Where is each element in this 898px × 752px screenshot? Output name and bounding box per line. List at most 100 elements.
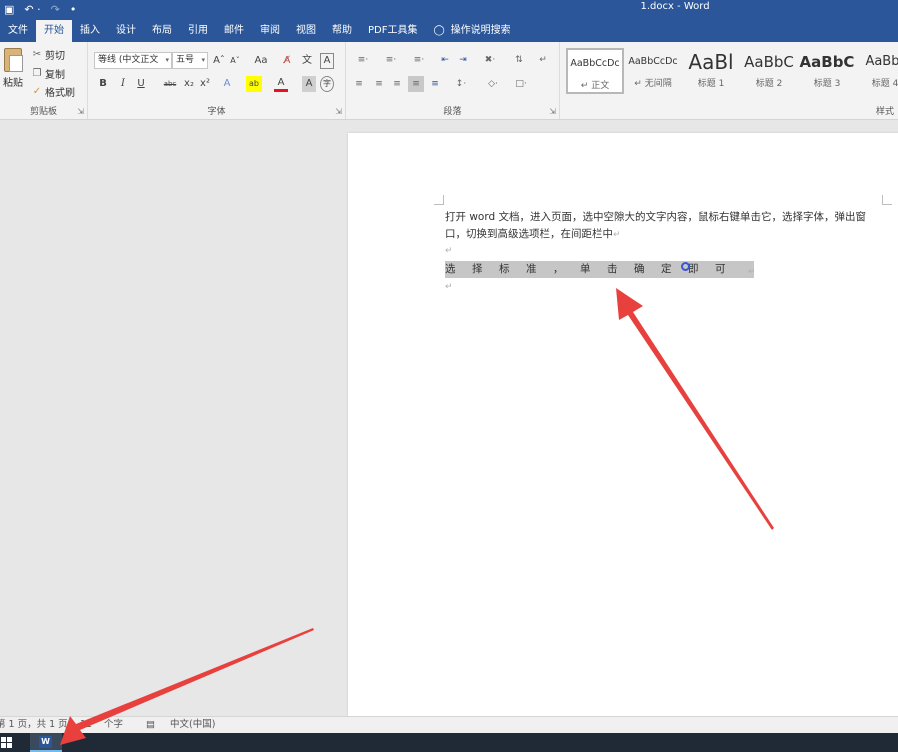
shading-icon[interactable]: ◇· (482, 76, 504, 92)
align-center-icon[interactable]: ≡ (372, 76, 386, 92)
save-icon[interactable]: ▣ (4, 3, 14, 16)
strikethrough-button[interactable]: abc (160, 76, 180, 92)
tell-me-search[interactable]: ◯ 操作说明搜索 (425, 20, 518, 42)
cut-button[interactable]: ✂ 剪切 (32, 47, 65, 62)
paragraph-group-label: 段落 (443, 107, 462, 117)
font-launcher-icon[interactable]: ⇲ (335, 107, 342, 116)
align-left-icon[interactable]: ≡ (352, 76, 366, 92)
paragraph-launcher-icon[interactable]: ⇲ (549, 107, 556, 116)
style-preview: AaBbCcDc (628, 56, 678, 67)
justify-icon[interactable]: ≡ (408, 76, 424, 92)
style-name: 标题 1 (697, 79, 725, 89)
style-preview: AaBb( (865, 54, 898, 69)
align-right-icon[interactable]: ≡ (390, 76, 404, 92)
numbering-icon[interactable]: ≡· (380, 52, 402, 68)
superscript-button[interactable]: x² (198, 76, 212, 92)
increase-indent-icon[interactable]: ⇥ (456, 52, 470, 68)
text-effects-button[interactable]: A (220, 76, 234, 92)
quick-access-toolbar: ▣ ↶ · ↷ • (4, 0, 76, 18)
char-border-button[interactable]: A (320, 53, 334, 69)
selected-paragraph[interactable]: 选择标准，单击确定即可 (445, 260, 754, 278)
tab-review[interactable]: 审阅 (252, 20, 288, 42)
bold-button[interactable]: B (96, 76, 110, 92)
change-case-button[interactable]: Aa (250, 53, 272, 69)
style-heading-2[interactable]: AaBbC 标题 2 (740, 48, 798, 94)
font-name-select[interactable]: 等线 (中文正文 ▾ (94, 52, 172, 69)
tab-home[interactable]: 开始 (36, 20, 72, 42)
empty-paragraph[interactable]: ↵ (445, 277, 453, 296)
document-page[interactable]: 打开 word 文档，进入页面，选中空隙大的文字内容，鼠标右键单击它，选择字体，… (348, 133, 898, 718)
page-count[interactable]: 第 1 页，共 1 页 (0, 717, 68, 733)
underline-button[interactable]: U (134, 76, 148, 92)
margin-corner-mark (434, 195, 444, 205)
clipboard-launcher-icon[interactable]: ⇲ (77, 107, 84, 116)
language-indicator[interactable]: 中文(中国) (170, 717, 215, 733)
line-spacing-icon[interactable]: ↕· (450, 76, 472, 92)
undo-icon[interactable]: ↶ · (24, 3, 40, 16)
phonetic-guide-button[interactable]: 文 (300, 53, 314, 69)
char-shading-button[interactable]: A (302, 76, 316, 92)
sort-icon[interactable]: ⇅ (512, 52, 526, 68)
customize-qat-icon[interactable]: • (70, 3, 77, 16)
highlight-button[interactable]: ab (246, 76, 262, 92)
tab-pdf-tools[interactable]: PDF工具集 (360, 20, 425, 42)
word-taskbar-button[interactable]: W (30, 733, 62, 752)
word-count[interactable]: 11 (80, 717, 92, 733)
style-name: ↵ 正文 (580, 81, 610, 91)
tab-references[interactable]: 引用 (180, 20, 216, 42)
chevron-down-icon: ▾ (165, 56, 169, 64)
multilevel-list-icon[interactable]: ≡· (408, 52, 430, 68)
selected-text[interactable]: 选择标准，单击确定即可 (445, 261, 754, 278)
style-preview: AaBbC (799, 53, 855, 71)
tab-view[interactable]: 视图 (288, 20, 324, 42)
shrink-font-button[interactable]: Aˇ (228, 53, 242, 69)
body-paragraph-line-2[interactable]: 口，切换到高级选项栏，在间距栏中↵ (445, 225, 621, 244)
font-color-button[interactable]: A (274, 76, 288, 92)
distributed-icon[interactable]: ≡ (428, 76, 442, 92)
style-name: 标题 2 (755, 79, 783, 89)
styles-group: AaBbCcDc ↵ 正文 AaBbCcDc ↵ 无间隔 AaBl 标题 1 A… (560, 42, 898, 119)
word-count-unit: 个字 (104, 719, 124, 730)
copy-button[interactable]: ❐ 复制 (32, 66, 65, 81)
paste-label: 粘贴 (3, 78, 23, 89)
style-no-spacing[interactable]: AaBbCcDc ↵ 无间隔 (624, 48, 682, 94)
windows-start-icon[interactable] (1, 737, 13, 749)
empty-paragraph[interactable]: ↵ (445, 241, 453, 260)
bullets-icon[interactable]: ≡· (352, 52, 374, 68)
format-painter-button[interactable]: ✓ 格式刷 (32, 84, 75, 99)
paragraph-mark: ↵ (748, 267, 756, 277)
proofing-icon[interactable]: ▤ (146, 717, 155, 733)
format-painter-label: 格式刷 (45, 88, 75, 99)
title-bar: ▣ ↶ · ↷ • 1.docx - Word (0, 0, 898, 18)
font-size-select[interactable]: 五号 ▾ (172, 52, 208, 69)
redo-icon[interactable]: ↷ (51, 3, 60, 16)
style-normal[interactable]: AaBbCcDc ↵ 正文 (566, 48, 624, 94)
tab-insert[interactable]: 插入 (72, 20, 108, 42)
borders-icon[interactable]: □· (510, 76, 532, 92)
style-name: 标题 4 (871, 79, 898, 89)
decrease-indent-icon[interactable]: ⇤ (438, 52, 452, 68)
style-heading-1[interactable]: AaBl 标题 1 (682, 48, 740, 94)
style-heading-4[interactable]: AaBb( 标题 4 (856, 48, 898, 94)
font-group-label: 字体 (207, 107, 226, 117)
tab-file[interactable]: 文件 (0, 20, 36, 42)
style-heading-3[interactable]: AaBbC 标题 3 (798, 48, 856, 94)
tab-design[interactable]: 设计 (108, 20, 144, 42)
tab-mailings[interactable]: 邮件 (216, 20, 252, 42)
tab-layout[interactable]: 布局 (144, 20, 180, 42)
clipboard-group: 粘贴 ✂ 剪切 ❐ 复制 ✓ 格式刷 剪贴板 ⇲ (0, 42, 88, 119)
show-marks-icon[interactable]: ↵ (536, 52, 550, 68)
body-paragraph-line-1[interactable]: 打开 word 文档，进入页面，选中空隙大的文字内容，鼠标右键单击它，选择字体，… (445, 208, 866, 226)
enclose-char-button[interactable]: 字 (320, 76, 334, 92)
document-title: 1.docx - Word (640, 1, 710, 12)
italic-button[interactable]: I (116, 76, 130, 92)
tab-help[interactable]: 帮助 (324, 20, 360, 42)
mouse-cursor-indicator (681, 262, 690, 271)
chinese-layout-icon[interactable]: ✖· (480, 52, 500, 68)
cut-label: 剪切 (45, 51, 65, 62)
font-name-value: 等线 (中文正文 (98, 55, 159, 65)
clear-format-button[interactable]: A̸ (280, 53, 294, 69)
paste-button[interactable]: 粘贴 (0, 48, 26, 96)
grow-font-button[interactable]: Aˆ (212, 53, 226, 69)
subscript-button[interactable]: x₂ (182, 76, 196, 92)
